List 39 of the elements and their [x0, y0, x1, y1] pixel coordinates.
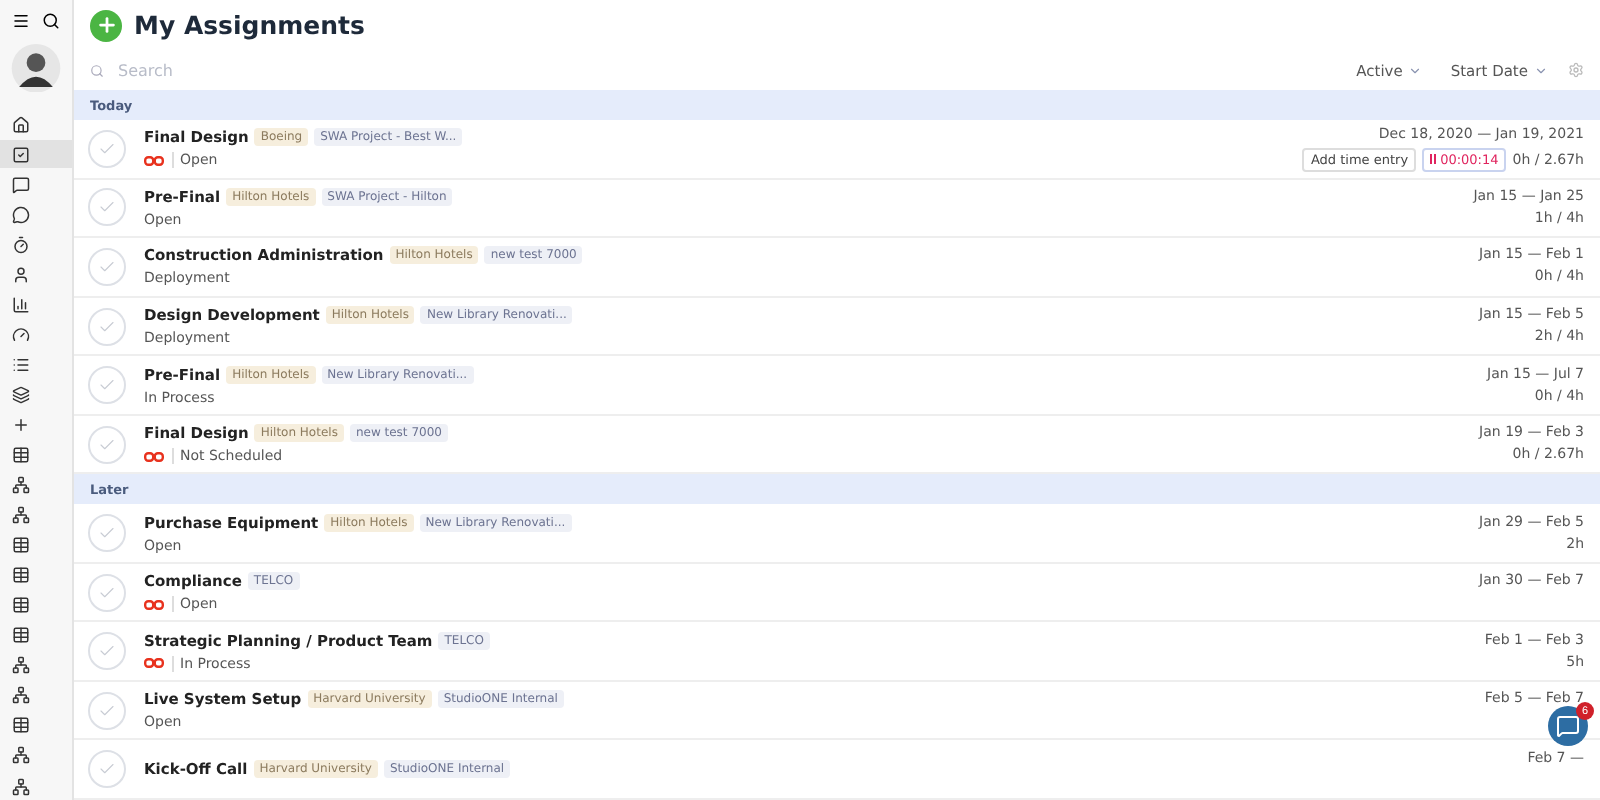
complete-checkbox[interactable]: [88, 247, 126, 286]
check-icon: [98, 701, 116, 720]
check-icon: [98, 583, 116, 602]
chevron-down-icon: [1408, 63, 1423, 78]
complete-checkbox[interactable]: [88, 307, 126, 346]
check-icon: [98, 435, 116, 454]
checkbox-icon[interactable]: [0, 140, 72, 169]
check-icon: [98, 317, 116, 336]
chevron-down-icon: [1534, 63, 1548, 78]
search-icon: [90, 63, 104, 78]
chat-icon: [1556, 714, 1580, 738]
link-icon: [144, 599, 164, 610]
complete-checkbox[interactable]: [88, 632, 126, 671]
check-icon: [98, 139, 116, 158]
page-title: My Assignments: [134, 10, 365, 41]
check-icon: [98, 642, 116, 661]
link-icon: [144, 451, 164, 462]
plus-icon: [95, 14, 117, 37]
check-icon: [98, 760, 116, 779]
complete-checkbox[interactable]: [88, 750, 126, 789]
complete-checkbox[interactable]: [88, 691, 126, 730]
search-field[interactable]: Search: [114, 59, 324, 82]
add-button[interactable]: [90, 9, 122, 42]
check-icon: [98, 376, 116, 395]
complete-checkbox[interactable]: [88, 573, 126, 612]
complete-checkbox[interactable]: [88, 188, 126, 227]
avatar[interactable]: [10, 44, 62, 93]
complete-checkbox[interactable]: [88, 514, 126, 552]
check-icon: [98, 198, 116, 217]
search-icon[interactable]: [42, 12, 60, 30]
link-icon: [144, 658, 164, 669]
menu-icon[interactable]: [12, 12, 30, 30]
check-icon: [98, 524, 116, 542]
complete-checkbox[interactable]: [88, 366, 126, 405]
link-icon: [144, 155, 164, 166]
complete-checkbox[interactable]: [88, 129, 126, 168]
check-icon: [98, 257, 116, 276]
complete-checkbox[interactable]: [88, 425, 126, 464]
pause-icon: [1430, 154, 1437, 165]
